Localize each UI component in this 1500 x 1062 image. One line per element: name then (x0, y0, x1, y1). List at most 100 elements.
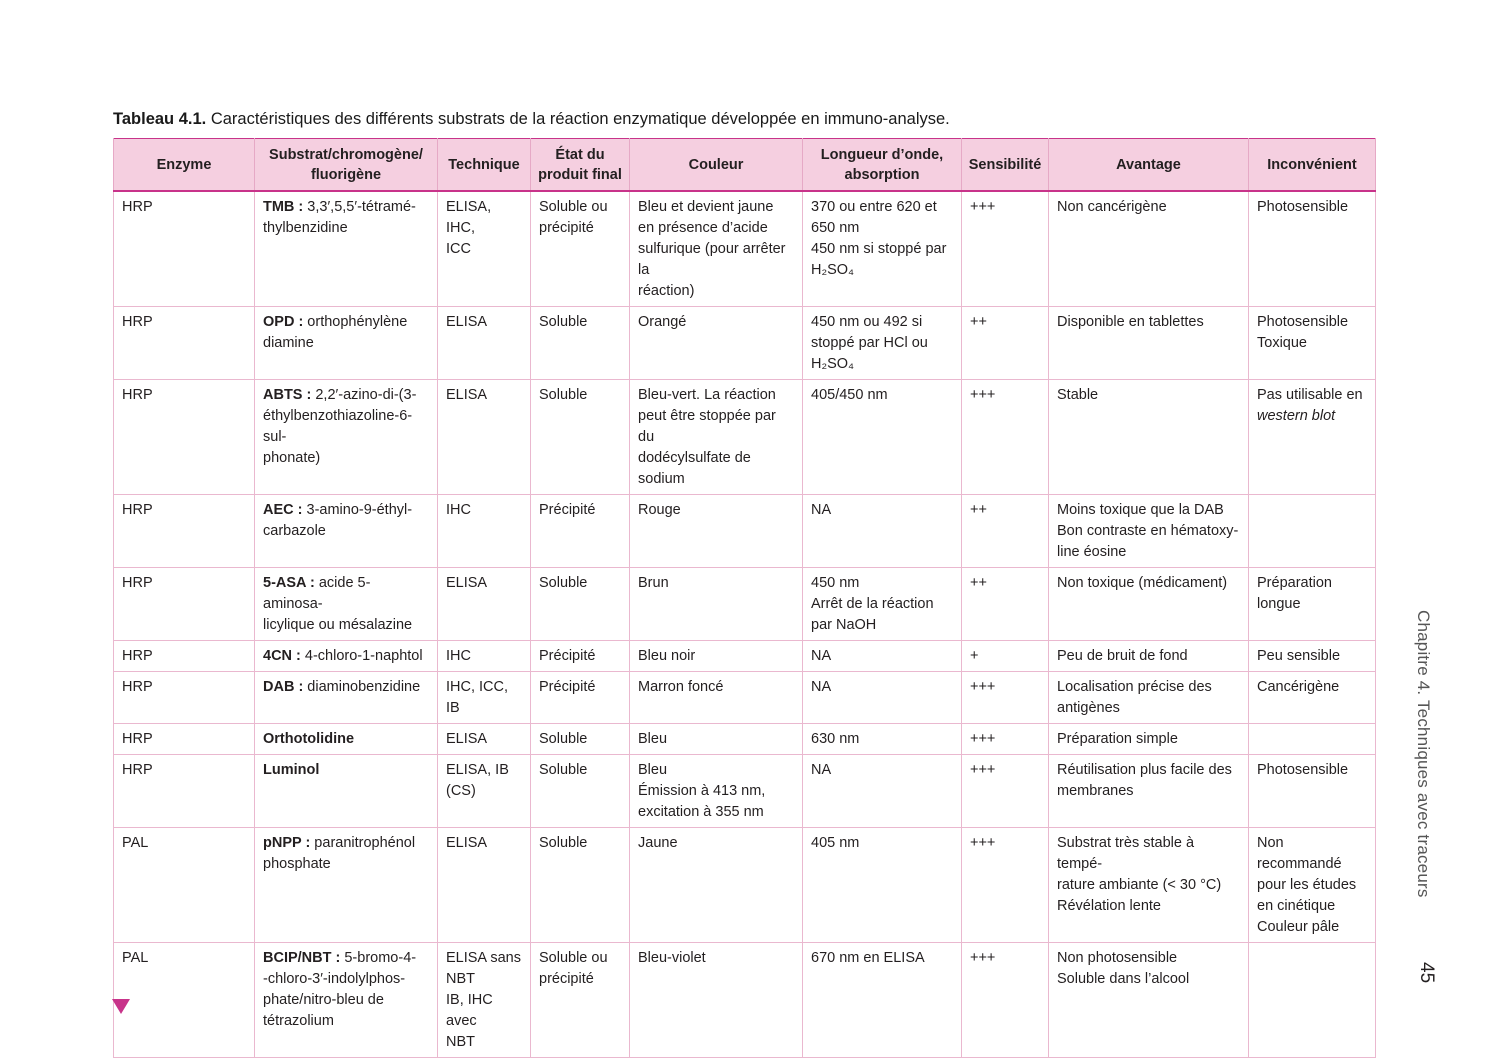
table-row: HRP DAB : diaminobenzidine IHC, ICC, IB … (113, 671, 1376, 724)
cell-couleur: Jaune (629, 827, 803, 943)
cell-sensibilite: +++ (961, 191, 1049, 307)
cell-substrat: DAB : diaminobenzidine (254, 671, 438, 724)
cell-avantage: Réutilisation plus facile des membranes (1048, 754, 1249, 828)
cell-longueur: NA (802, 671, 962, 724)
cell-avantage: Stable (1048, 379, 1249, 495)
substrate-name: Orthotolidine (263, 731, 355, 747)
cell-enzyme: HRP (113, 567, 255, 641)
cell-substrat: BCIP/NBT : 5-bromo-4- -chloro-3′-indolyl… (254, 942, 438, 1058)
substrate-name: BCIP/NBT : (263, 950, 341, 966)
cell-sensibilite: +++ (961, 942, 1049, 1058)
table-row: HRP TMB : 3,3′,5,5′-tétramé- thylbenzidi… (113, 191, 1376, 307)
substrate-name: ABTS : (263, 387, 312, 403)
cell-etat: Précipité (530, 640, 630, 672)
cell-couleur: Bleu-vert. La réaction peut être stoppée… (629, 379, 803, 495)
header-avantage: Avantage (1048, 138, 1249, 192)
cell-inconvenient: Photosensible (1248, 754, 1376, 828)
cell-longueur: 450 nm Arrêt de la réaction par NaOH (802, 567, 962, 641)
cell-couleur: Orangé (629, 306, 803, 380)
cell-substrat: Orthotolidine (254, 723, 438, 755)
inconvenient-text: Préparation longue (1257, 575, 1332, 612)
cell-enzyme: HRP (113, 640, 255, 672)
cell-substrat: ABTS : 2,2′-azino-di-(3- éthylbenzothiaz… (254, 379, 438, 495)
cell-enzyme: PAL (113, 827, 255, 943)
inconvenient-text: Peu sensible (1257, 648, 1341, 664)
cell-technique: IHC, ICC, IB (437, 671, 531, 724)
cell-technique: ELISA (437, 306, 531, 380)
table-row: HRP Luminol ELISA, IB (CS) Soluble Bleu … (113, 754, 1376, 828)
page-number: 45 (1416, 962, 1437, 984)
table-row: HRP ABTS : 2,2′-azino-di-(3- éthylbenzot… (113, 379, 1376, 495)
inconvenient-text: Non recommandé pour les études en cinéti… (1257, 835, 1357, 935)
substrates-table: Enzyme Substrat/chromogène/ fluorigène T… (113, 138, 1376, 1058)
cell-couleur: Bleu et devient jaune en présence d’acid… (629, 191, 803, 307)
cell-substrat: AEC : 3-amino-9-éthyl- carbazole (254, 494, 438, 568)
header-couleur: Couleur (629, 138, 803, 192)
header-etat: État du produit final (530, 138, 630, 192)
cell-inconvenient (1248, 723, 1376, 755)
cell-enzyme: HRP (113, 191, 255, 307)
cell-avantage: Localisation précise des antigènes (1048, 671, 1249, 724)
substrate-name: Luminol (263, 762, 320, 778)
header-substrat: Substrat/chromogène/ fluorigène (254, 138, 438, 192)
cell-enzyme: HRP (113, 754, 255, 828)
cell-technique: ELISA sans NBT IB, IHC avec NBT (437, 942, 531, 1058)
cell-longueur: 630 nm (802, 723, 962, 755)
cell-technique: ELISA (437, 379, 531, 495)
cell-substrat: OPD : orthophénylène diamine (254, 306, 438, 380)
substrate-name: OPD : (263, 314, 304, 330)
table-row: HRP Orthotolidine ELISA Soluble Bleu 630… (113, 723, 1376, 755)
cell-etat: Précipité (530, 671, 630, 724)
cell-couleur: Bleu Émission à 413 nm, excitation à 355… (629, 754, 803, 828)
cell-avantage: Disponible en tablettes (1048, 306, 1249, 380)
cell-longueur: 450 nm ou 492 si stoppé par HCl ou H₂SO₄ (802, 306, 962, 380)
table-row: HRP OPD : orthophénylène diamine ELISA S… (113, 306, 1376, 380)
cell-sensibilite: +++ (961, 754, 1049, 828)
cell-etat: Soluble (530, 723, 630, 755)
cell-inconvenient: Non recommandé pour les études en cinéti… (1248, 827, 1376, 943)
cell-couleur: Bleu noir (629, 640, 803, 672)
chapter-running-title: Chapitre 4. Techniques avec traceurs (1414, 610, 1433, 898)
cell-technique: ELISA (437, 567, 531, 641)
cell-technique: IHC (437, 494, 531, 568)
cell-longueur: 370 ou entre 620 et 650 nm 450 nm si sto… (802, 191, 962, 307)
inconvenient-text: Photosensible (1257, 199, 1349, 215)
cell-couleur: Rouge (629, 494, 803, 568)
inconvenient-text: Photosensible (1257, 762, 1349, 778)
cell-etat: Soluble (530, 379, 630, 495)
cell-avantage: Non photosensible Soluble dans l’alcool (1048, 942, 1249, 1058)
table-row: PAL BCIP/NBT : 5-bromo-4- -chloro-3′-ind… (113, 942, 1376, 1058)
substrate-name: 5-ASA : (263, 575, 315, 591)
caption-label: Tableau 4.1. (113, 110, 207, 128)
cell-technique: IHC (437, 640, 531, 672)
cell-enzyme: HRP (113, 306, 255, 380)
table-row: HRP AEC : 3-amino-9-éthyl- carbazole IHC… (113, 494, 1376, 568)
cell-etat: Soluble (530, 567, 630, 641)
header-enzyme: Enzyme (113, 138, 255, 192)
cell-inconvenient: Peu sensible (1248, 640, 1376, 672)
substrate-name: pNPP : (263, 835, 311, 851)
table-row: HRP 4CN : 4-chloro-1-naphtol IHC Précipi… (113, 640, 1376, 672)
cell-sensibilite: ++ (961, 567, 1049, 641)
cell-inconvenient: Cancérigène (1248, 671, 1376, 724)
substrate-description: 4-chloro-1-naphtol (300, 648, 423, 664)
header-sensibilite: Sensibilité (961, 138, 1049, 192)
cell-enzyme: HRP (113, 494, 255, 568)
cell-etat: Précipité (530, 494, 630, 568)
substrate-name: AEC : (263, 502, 303, 518)
cell-longueur: 405/450 nm (802, 379, 962, 495)
cell-couleur: Bleu (629, 723, 803, 755)
cell-substrat: TMB : 3,3′,5,5′-tétramé- thylbenzidine (254, 191, 438, 307)
cell-couleur: Bleu-violet (629, 942, 803, 1058)
inconvenient-italic-text: western blot (1257, 408, 1336, 424)
inconvenient-text: Pas utilisable en (1257, 387, 1363, 403)
cell-enzyme: PAL (113, 942, 255, 1058)
substrate-name: 4CN : (263, 648, 301, 664)
triangle-down-icon (112, 999, 130, 1014)
cell-longueur: NA (802, 754, 962, 828)
header-inconvenient: Inconvénient (1248, 138, 1376, 192)
cell-sensibilite: +++ (961, 827, 1049, 943)
cell-sensibilite: ++ (961, 494, 1049, 568)
cell-etat: Soluble (530, 827, 630, 943)
cell-etat: Soluble (530, 306, 630, 380)
